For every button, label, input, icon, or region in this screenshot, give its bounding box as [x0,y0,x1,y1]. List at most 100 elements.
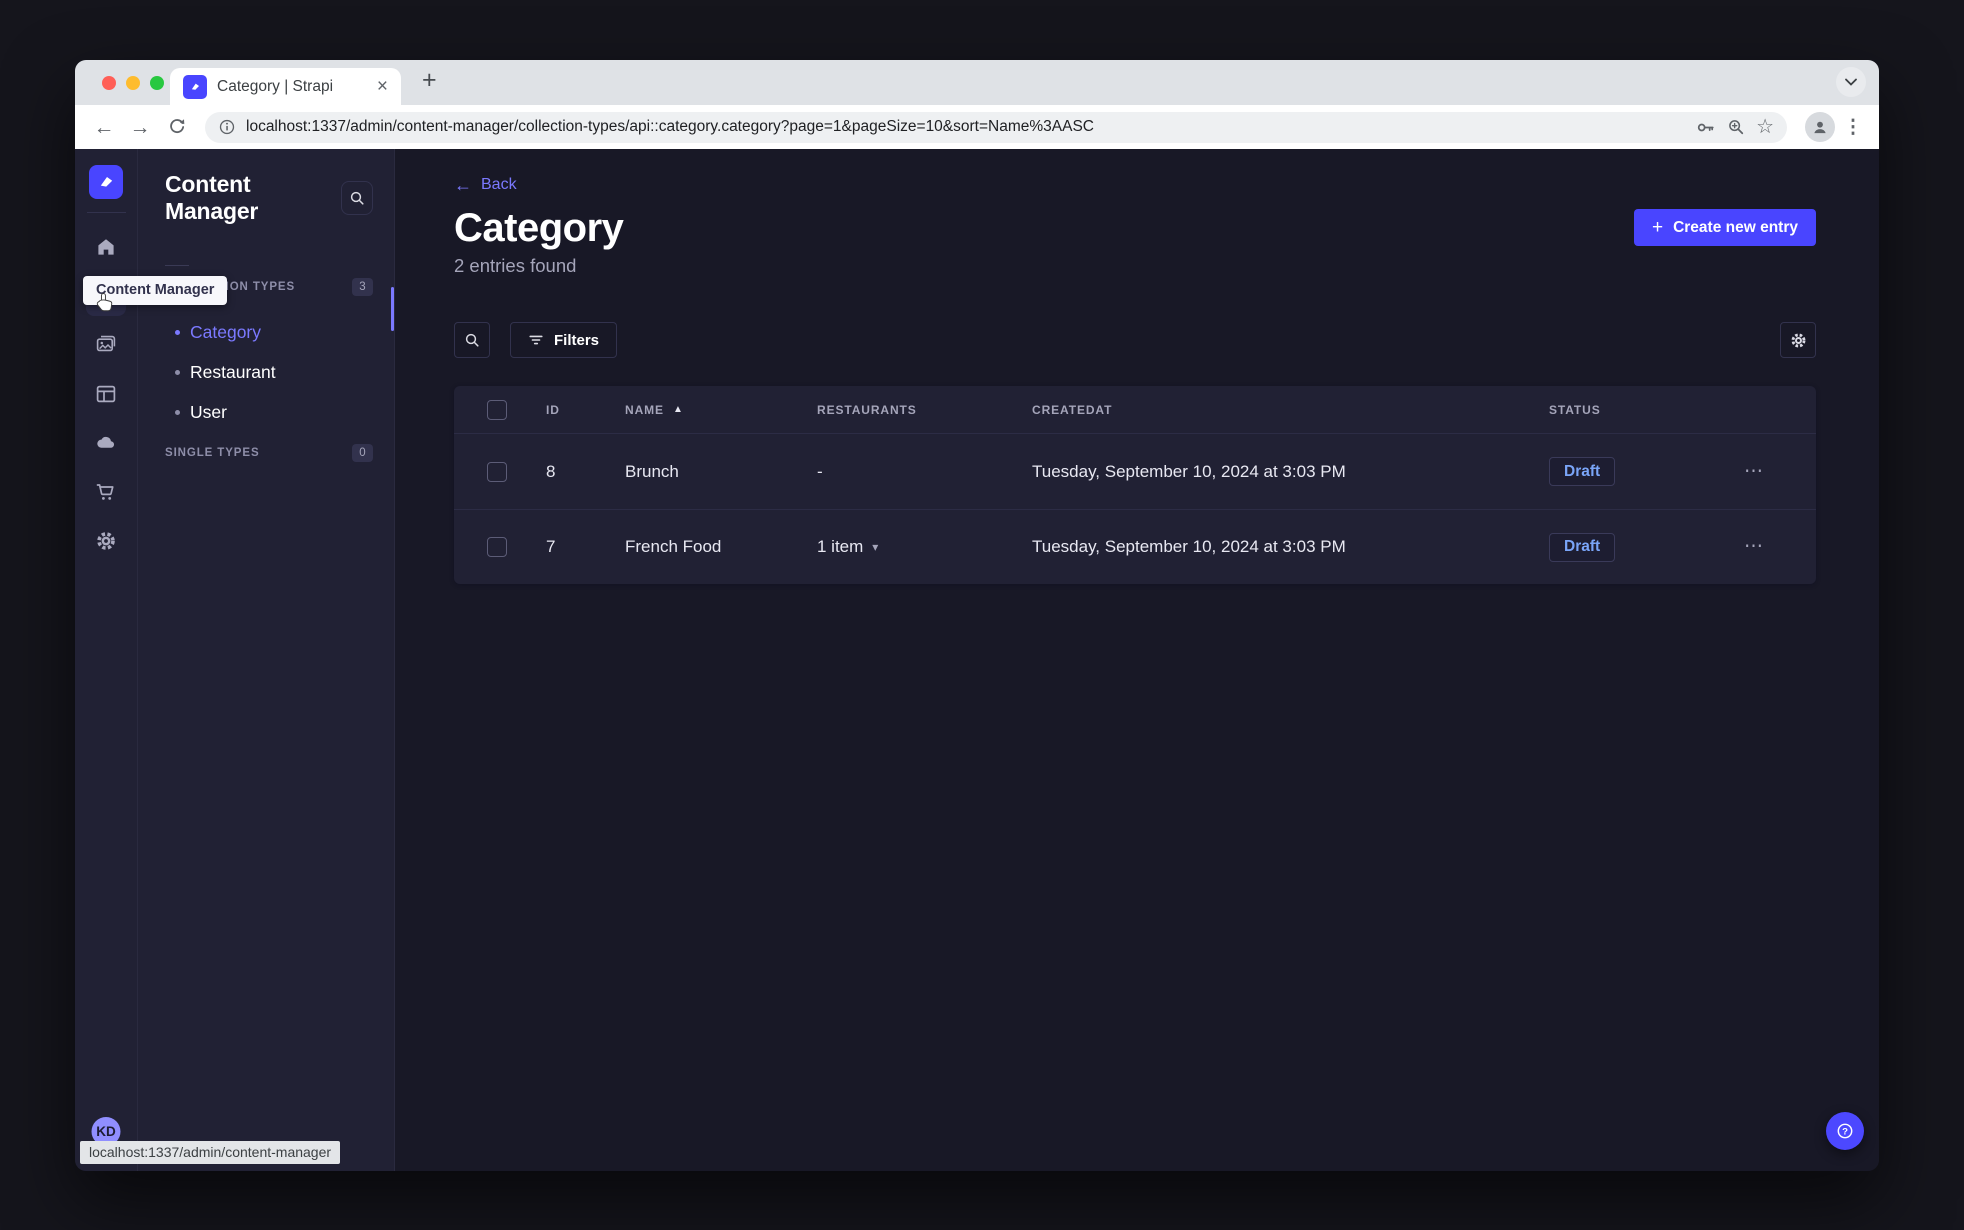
subnav-item-restaurant[interactable]: Restaurant [165,352,373,392]
page-title: Category [454,206,624,250]
table-row[interactable]: 7 French Food 1 item ▾ Tuesday, Septembe… [454,509,1816,584]
bookmark-star-icon[interactable]: ☆ [1756,117,1774,137]
cell-restaurants: - [817,461,823,481]
nav-media-library-button[interactable] [86,325,126,365]
gear-icon [1791,333,1805,347]
select-all-checkbox[interactable] [487,399,507,420]
single-types-section[interactable]: SINGLE TYPES 0 [165,444,373,462]
cell-name: French Food [625,537,722,556]
home-icon [98,239,114,255]
layout-icon [96,385,116,403]
column-name[interactable]: NAME ▲ [625,403,817,417]
browser-reload-button[interactable] [161,116,191,139]
row-actions-button[interactable]: ⋯ [1744,461,1764,482]
address-bar[interactable]: localhost:1337/admin/content-manager/col… [205,111,1787,143]
cell-id: 8 [546,461,556,481]
nav-settings-button[interactable] [86,521,126,561]
bullet-icon [175,409,180,415]
chevron-down-icon: ▾ [872,540,879,554]
question-mark-icon: ? [1837,1123,1853,1139]
row-checkbox[interactable] [487,461,507,482]
cloud-icon [97,436,115,448]
subnav-item-category[interactable]: Category [165,312,373,352]
cell-id: 7 [546,537,556,556]
browser-forward-button[interactable]: → [125,117,155,138]
column-status: STATUS [1549,402,1601,417]
back-link[interactable]: ← Back [454,176,1816,194]
search-icon [465,333,479,347]
column-id[interactable]: ID [546,403,625,417]
column-restaurants[interactable]: RESTAURANTS [817,403,1032,417]
single-types-count-badge: 0 [352,444,373,462]
cursor-pointer [95,292,114,318]
view-settings-button[interactable] [1780,322,1816,358]
cell-createdat: Tuesday, September 10, 2024 at 3:03 PM [1032,461,1346,481]
desktop: Category | Strapi × + ← → localhost:1337… [0,0,1964,1230]
filters-button[interactable]: Filters [510,322,618,358]
help-button[interactable]: ? [1826,1112,1864,1150]
subnav-item-user[interactable]: User [165,392,373,432]
create-new-entry-button[interactable]: + Create new entry [1633,209,1816,246]
window-controls [75,75,164,90]
bullet-icon [175,329,180,335]
subnav-search-button[interactable] [340,181,373,215]
nav-cloud-button[interactable] [86,423,126,463]
nav-marketplace-button[interactable] [86,472,126,512]
cell-createdat: Tuesday, September 10, 2024 at 3:03 PM [1032,537,1346,556]
zoom-page-icon[interactable] [1726,117,1746,137]
browser-profile-avatar[interactable] [1805,112,1835,142]
strapi-logo[interactable] [89,165,123,199]
collection-types-list: Category Restaurant User [165,312,373,432]
main-content: ← Back Category + Create new entry 2 ent… [395,149,1879,1171]
tab-title: Category | Strapi [217,77,334,95]
strapi-favicon-icon [183,74,207,99]
zoom-window-button[interactable] [150,75,164,90]
browser-window: Category | Strapi × + ← → localhost:1337… [75,60,1879,1171]
site-info-icon[interactable] [218,118,236,136]
back-arrow-icon: ← [454,175,472,195]
link-preview-statusbar: localhost:1337/admin/content-manager [80,1141,341,1164]
tab-close-icon[interactable]: × [377,77,388,96]
bullet-icon [175,369,180,375]
minimize-window-button[interactable] [126,75,140,90]
browser-back-button[interactable]: ← [89,117,119,138]
search-icon [350,191,364,205]
browser-tabstrip: Category | Strapi × + [75,60,1879,105]
new-tab-button[interactable]: + [422,68,437,93]
table-header: ID NAME ▲ RESTAURANTS CREATEDAT STATUS [454,386,1816,434]
sort-asc-icon[interactable]: ▲ [673,404,684,415]
shopping-cart-icon [96,484,114,500]
row-actions-button[interactable]: ⋯ [1744,536,1764,557]
filter-icon [529,335,543,345]
collection-types-count-badge: 3 [352,278,373,296]
table-row[interactable]: 8 Brunch - Tuesday, September 10, 2024 a… [454,434,1816,509]
close-window-button[interactable] [102,75,116,90]
active-item-indicator [391,287,394,331]
table-search-button[interactable] [454,322,490,358]
row-checkbox[interactable] [487,537,507,557]
browser-menu-kebab-icon[interactable]: ⋮ [1841,116,1865,139]
media-library-icon [96,335,116,352]
cell-name: Brunch [625,461,679,481]
subnav-title: Content Manager [165,171,259,224]
svg-text:?: ? [1842,1126,1848,1137]
entries-table: ID NAME ▲ RESTAURANTS CREATEDAT STATUS 8 [454,386,1816,584]
status-badge: Draft [1549,457,1616,486]
browser-toolbar: ← → localhost:1337/admin/content-manager… [75,105,1879,149]
entries-count: 2 entries found [454,255,577,276]
tab-search-chevron-icon[interactable] [1836,67,1866,97]
subnav-divider [165,265,189,266]
url-text[interactable]: localhost:1337/admin/content-manager/col… [246,118,1685,136]
status-badge: Draft [1549,532,1616,562]
browser-tab[interactable]: Category | Strapi × [170,68,401,105]
list-toolbar: Filters [454,322,1816,358]
rail-divider [86,212,126,213]
cell-restaurants-dropdown[interactable]: 1 item ▾ [817,537,1032,557]
nav-home-button[interactable] [86,227,126,267]
gear-icon [97,532,115,550]
column-createdat[interactable]: CREATEDAT [1032,403,1549,417]
nav-content-type-builder-button[interactable] [86,374,126,414]
strapi-admin: KD Content Manager COLLECTION TYPES 3 Ca… [75,149,1879,1171]
plus-icon: + [1651,217,1664,238]
password-key-icon[interactable] [1695,117,1716,138]
